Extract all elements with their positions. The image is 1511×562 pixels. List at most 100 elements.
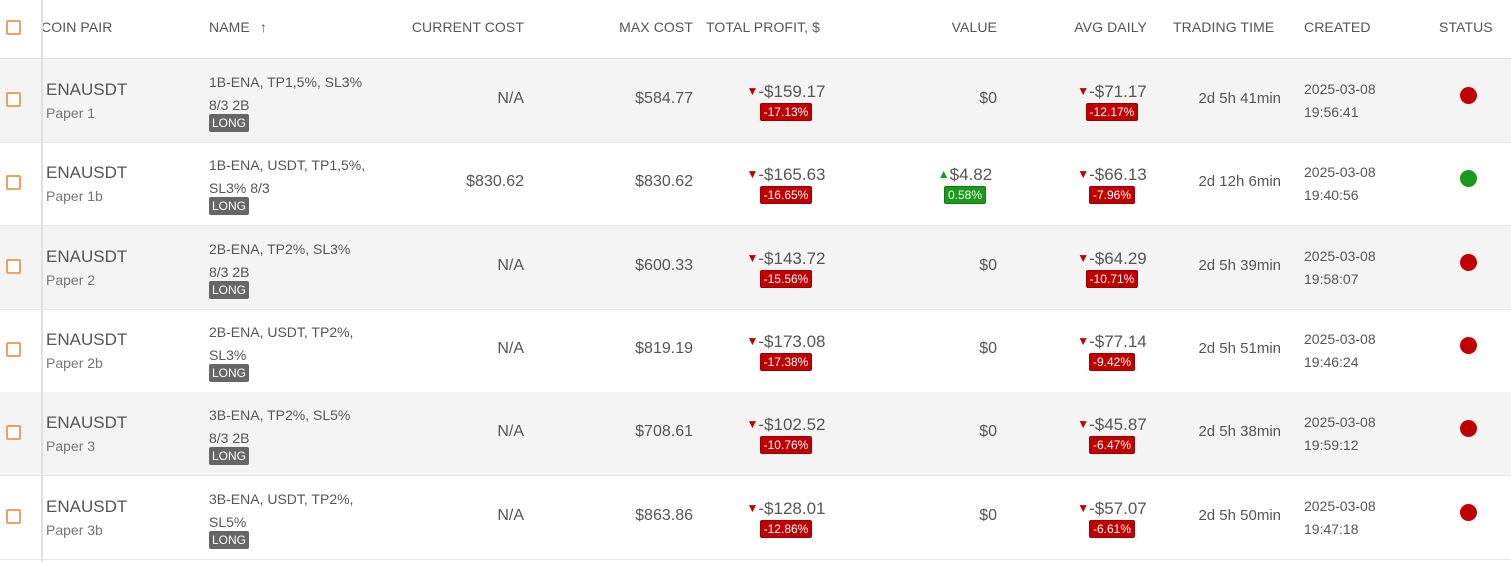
- coin-pair: ENAUSDT: [46, 497, 128, 516]
- header-current-cost[interactable]: CURRENT COST: [412, 19, 524, 35]
- current-cost: N/A: [497, 257, 524, 274]
- max-cost: $863.86: [635, 507, 693, 524]
- account-name: Paper 2b: [46, 355, 103, 371]
- status-indicator-icon: [1460, 420, 1477, 437]
- max-cost: $830.62: [635, 173, 693, 190]
- account-name: Paper 1: [46, 105, 96, 121]
- max-cost: $584.77: [635, 90, 693, 107]
- trading-time: 2d 5h 41min: [1198, 90, 1281, 107]
- created-time: 19:46:24: [1304, 354, 1359, 370]
- position-badge: LONG: [209, 197, 250, 215]
- header-status[interactable]: STATUS: [1439, 19, 1493, 35]
- status-indicator-icon: [1460, 87, 1477, 104]
- arrow-down-icon: ▼: [746, 501, 759, 515]
- table-row[interactable]: ENAUSDT Paper 3 3B-ENA, TP2%, SL5% 8/3 2…: [0, 392, 1511, 476]
- bot-name: 1B-ENA, TP1,5%, SL3% 8/3 2B: [209, 74, 363, 113]
- profit-value: -$143.72: [758, 249, 826, 268]
- avg-daily-value: -$64.29: [1089, 249, 1147, 268]
- bot-name: 2B-ENA, USDT, TP2%, SL3%: [209, 324, 354, 363]
- bot-name: 3B-ENA, TP2%, SL5% 8/3 2B: [209, 407, 351, 446]
- table-row[interactable]: ENAUSDT Paper 1 1B-ENA, TP1,5%, SL3% 8/3…: [0, 59, 1511, 143]
- profit-value: -$128.01: [758, 499, 826, 518]
- arrow-down-icon: ▼: [746, 251, 759, 265]
- position-badge: LONG: [209, 114, 250, 132]
- table-row[interactable]: ENAUSDT Paper 3b 3B-ENA, USDT, TP2%, SL5…: [0, 476, 1511, 560]
- avg-daily-value: -$77.14: [1089, 332, 1147, 351]
- status-indicator-icon: [1460, 170, 1477, 187]
- header-avg-daily[interactable]: AVG DAILY: [1074, 19, 1147, 35]
- coin-pair: ENAUSDT: [46, 80, 128, 99]
- row-checkbox[interactable]: [6, 92, 21, 107]
- account-name: Paper 1b: [46, 188, 103, 204]
- created-date: 2025-03-08: [1304, 331, 1376, 347]
- created-time: 19:59:12: [1304, 437, 1359, 453]
- value: $0: [979, 257, 997, 274]
- trading-time: 2d 5h 50min: [1198, 507, 1281, 524]
- avg-daily-percent-badge: -10.71%: [1085, 270, 1139, 288]
- max-cost: $708.61: [635, 423, 693, 440]
- status-indicator-icon: [1460, 504, 1477, 521]
- profit-percent-badge: -12.86%: [759, 520, 813, 538]
- coin-pair: ENAUSDT: [46, 247, 128, 266]
- account-name: Paper 2: [46, 272, 96, 288]
- arrow-down-icon: ▼: [746, 417, 759, 431]
- created-time: 19:56:41: [1304, 104, 1359, 120]
- created-date: 2025-03-08: [1304, 164, 1376, 180]
- avg-daily: ▼-$45.87 -6.47%: [1068, 414, 1156, 454]
- table-header: COIN PAIR NAME ↑ CURRENT COST MAX COST T…: [0, 0, 1511, 59]
- account-name: Paper 3b: [46, 522, 103, 538]
- table-row[interactable]: ENAUSDT Paper 2b 2B-ENA, USDT, TP2%, SL3…: [0, 309, 1511, 393]
- avg-daily-value: -$66.13: [1089, 165, 1147, 184]
- total-profit: ▼-$159.17 -17.13%: [741, 81, 831, 121]
- current-cost: $830.62: [466, 173, 524, 190]
- value: $0: [979, 507, 997, 524]
- avg-daily-value: -$45.87: [1089, 415, 1147, 434]
- position-badge: LONG: [209, 447, 250, 465]
- total-profit: ▼-$173.08 -17.38%: [741, 331, 831, 371]
- row-checkbox[interactable]: [6, 175, 21, 190]
- header-trading-time[interactable]: TRADING TIME: [1173, 19, 1274, 35]
- profit-percent-badge: -10.76%: [759, 436, 813, 454]
- header-created[interactable]: CREATED: [1304, 19, 1371, 35]
- created-date: 2025-03-08: [1304, 414, 1376, 430]
- header-name-label: NAME: [209, 19, 250, 35]
- header-value[interactable]: VALUE: [952, 19, 997, 35]
- avg-daily-value: -$57.07: [1089, 499, 1147, 518]
- row-checkbox[interactable]: [6, 509, 21, 524]
- avg-daily: ▼-$57.07 -6.61%: [1068, 498, 1156, 538]
- arrow-down-icon: ▼: [746, 167, 759, 181]
- profit-value: -$165.63: [758, 165, 826, 184]
- total-profit: ▼-$102.52 -10.76%: [741, 414, 831, 454]
- trading-time: 2d 12h 6min: [1198, 173, 1281, 190]
- value: $0: [979, 90, 997, 107]
- table-row[interactable]: ENAUSDT Paper 2 2B-ENA, TP2%, SL3% 8/3 2…: [0, 226, 1511, 310]
- trading-time: 2d 5h 39min: [1198, 257, 1281, 274]
- header-name[interactable]: NAME ↑: [209, 19, 267, 35]
- current-cost: N/A: [497, 90, 524, 107]
- avg-daily-percent-badge: -12.17%: [1085, 103, 1139, 121]
- avg-daily: ▼-$66.13 -7.96%: [1068, 164, 1156, 204]
- avg-daily: ▼-$64.29 -10.71%: [1068, 248, 1156, 288]
- row-checkbox[interactable]: [6, 425, 21, 440]
- table-row[interactable]: ENAUSDT Paper 1b 1B-ENA, USDT, TP1,5%, S…: [0, 142, 1511, 226]
- created-datetime: 2025-03-08 19:47:18: [1304, 495, 1376, 541]
- max-cost: $819.19: [635, 340, 693, 357]
- coin-pair: ENAUSDT: [46, 330, 128, 349]
- bot-name: 1B-ENA, USDT, TP1,5%, SL3% 8/3: [209, 157, 366, 196]
- select-all-checkbox[interactable]: [6, 20, 21, 35]
- created-datetime: 2025-03-08 19:58:07: [1304, 245, 1376, 291]
- avg-daily-percent-badge: -6.61%: [1088, 520, 1136, 538]
- coin-pair: ENAUSDT: [46, 163, 128, 182]
- arrow-down-icon: ▼: [1077, 251, 1090, 265]
- header-total-profit[interactable]: TOTAL PROFIT, $: [706, 19, 820, 35]
- header-coin-pair[interactable]: COIN PAIR: [41, 19, 112, 35]
- position-badge: LONG: [209, 364, 250, 382]
- bot-name: 2B-ENA, TP2%, SL3% 8/3 2B: [209, 241, 351, 280]
- header-max-cost[interactable]: MAX COST: [619, 19, 693, 35]
- created-datetime: 2025-03-08 19:56:41: [1304, 78, 1376, 124]
- row-checkbox[interactable]: [6, 259, 21, 274]
- row-checkbox[interactable]: [6, 342, 21, 357]
- value-amount: $4.82: [949, 165, 993, 184]
- sort-arrow-up-icon: ↑: [259, 19, 267, 35]
- total-profit: ▼-$143.72 -15.56%: [741, 248, 831, 288]
